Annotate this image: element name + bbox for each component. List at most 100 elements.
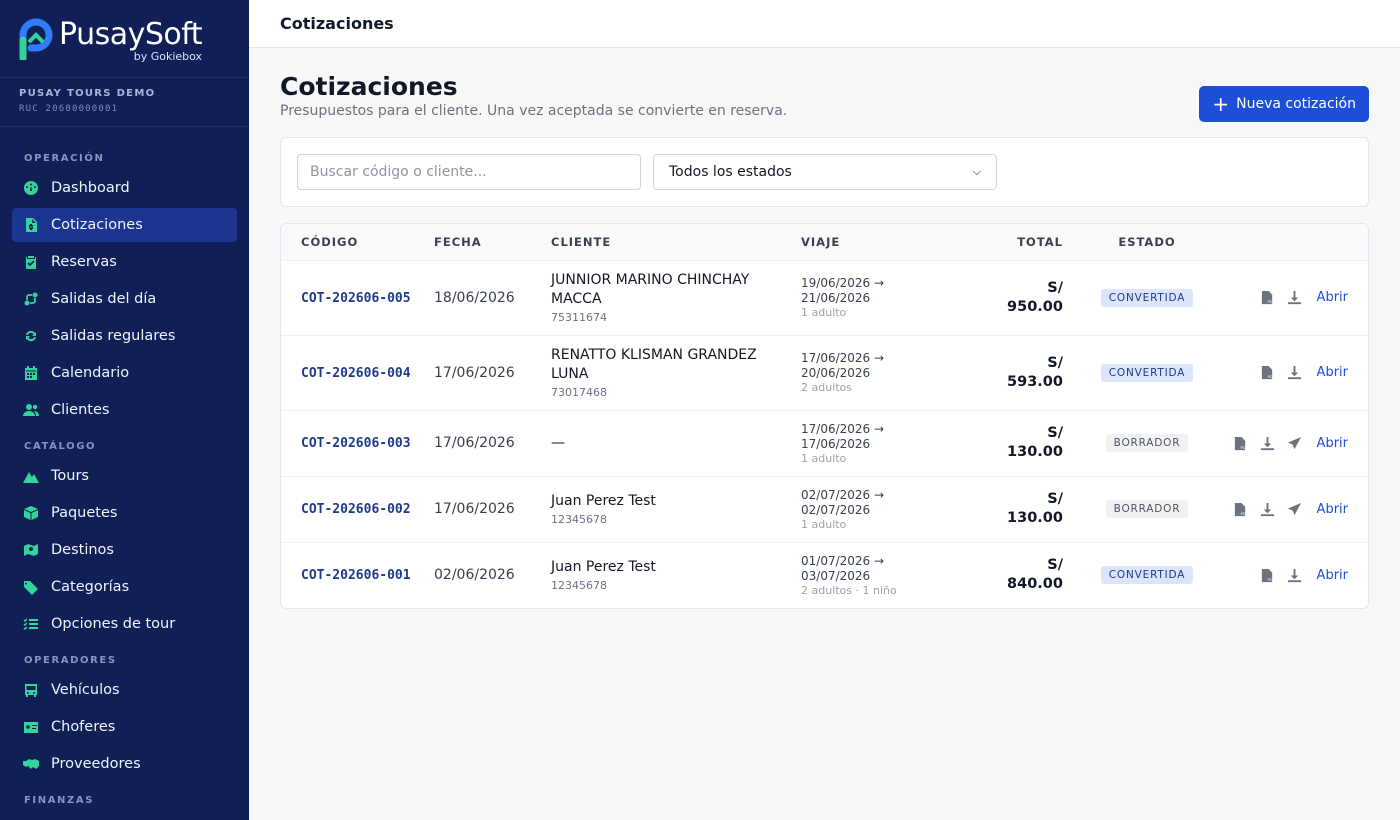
download-icon[interactable]	[1287, 365, 1302, 380]
pdf-icon[interactable]: PDF	[1260, 365, 1275, 380]
status-badge: BORRADOR	[1105, 500, 1189, 518]
trip-from: 19/06/2026 →	[801, 276, 885, 290]
sidebar-item-calendario[interactable]: Calendario	[12, 356, 237, 390]
table-row[interactable]: COT-202606-002 17/06/2026 Juan Perez Test 1…	[281, 475, 1368, 542]
trip-pax: 1 adulto	[801, 451, 847, 465]
brand-name: PusaySoft	[59, 17, 203, 52]
download-icon[interactable]	[1260, 436, 1275, 451]
search-input[interactable]	[297, 154, 641, 190]
pdf-icon[interactable]: PDF	[1260, 290, 1275, 305]
quote-amount: 130.00	[1007, 510, 1063, 526]
table-row[interactable]: COT-202606-005 18/06/2026 JUNNIOR MARINO C…	[281, 259, 1368, 335]
sidebar-item-opciones-de-tour[interactable]: Opciones de tour	[12, 607, 237, 641]
quote-code[interactable]: COT-202606-002	[301, 502, 411, 517]
quote-date: 18/06/2026	[434, 289, 515, 306]
client-name: —	[551, 434, 565, 451]
sidebar-item-reservas[interactable]: Reservas	[12, 245, 237, 279]
page-title: Cotizaciones	[280, 72, 458, 101]
sidebar-item-label: Opciones de tour	[51, 616, 176, 632]
header-trip[interactable]: VIAJE	[801, 224, 941, 260]
new-quote-label: Nueva cotización	[1236, 96, 1356, 112]
section-label: FINANZAS	[24, 795, 95, 806]
row-actions: PDF Abrir	[1231, 436, 1368, 451]
quotes-table: CÓDIGO FECHA CLIENTE VIAJE TOTAL ESTADO …	[281, 224, 1368, 608]
header-state[interactable]: ESTADO	[1063, 224, 1231, 260]
sidebar-item-tours[interactable]: Tours	[12, 459, 237, 493]
status-select[interactable]: Todos los estados ⌵	[653, 154, 997, 190]
sidebar-item-clientes[interactable]: Clientes	[12, 393, 237, 427]
box-icon	[23, 505, 39, 521]
svg-text:PDF: PDF	[1267, 578, 1274, 582]
topbar-title: Cotizaciones	[280, 14, 394, 33]
brand-logo-icon	[19, 18, 53, 60]
trip-to: 02/07/2026	[801, 502, 871, 517]
bus-icon	[23, 682, 39, 698]
header-client[interactable]: CLIENTE	[551, 224, 801, 260]
trip-from: 02/07/2026 →	[801, 487, 885, 502]
status-badge: CONVERTIDA	[1100, 566, 1194, 585]
download-icon[interactable]	[1260, 502, 1275, 517]
status-badge: CONVERTIDA	[1100, 363, 1194, 382]
pdf-icon[interactable]: PDF	[1260, 568, 1275, 583]
svg-text:PDF: PDF	[1267, 300, 1274, 304]
sidebar-item-label: Cotizaciones	[51, 217, 143, 233]
client-name: Juan Perez Test	[551, 493, 656, 509]
sidebar-item-label: Salidas regulares	[51, 328, 176, 344]
download-icon[interactable]	[1287, 568, 1302, 583]
open-link[interactable]: Abrir	[1317, 436, 1348, 451]
sidebar-item-proveedores[interactable]: Proveedores	[12, 747, 237, 781]
sidebar-item-salidas-regulares[interactable]: Salidas regulares	[12, 319, 237, 353]
open-link[interactable]: Abrir	[1317, 568, 1348, 583]
sidebar-item-categorías[interactable]: Categorías	[12, 570, 237, 604]
download-icon[interactable]	[1287, 290, 1302, 305]
sidebar-item-cotizaciones[interactable]: Cotizaciones	[12, 208, 237, 242]
quote-code[interactable]: COT-202606-003	[301, 436, 411, 451]
topbar: Cotizaciones	[249, 0, 1400, 48]
pdf-icon[interactable]: PDF	[1233, 436, 1248, 451]
sidebar-item-paquetes[interactable]: Paquetes	[12, 496, 237, 530]
send-icon[interactable]	[1287, 436, 1302, 451]
open-link[interactable]: Abrir	[1317, 365, 1348, 380]
trip-to: 03/07/2026	[801, 568, 871, 583]
quote-code[interactable]: COT-202606-001	[301, 568, 411, 583]
section-label: OPERADORES	[24, 655, 117, 666]
brand[interactable]: PusaySoft by Gokiebox	[0, 0, 249, 78]
trip-to: 21/06/2026	[801, 291, 871, 305]
header-date[interactable]: FECHA	[434, 224, 551, 260]
send-icon[interactable]	[1287, 502, 1302, 517]
new-quote-button[interactable]: + Nueva cotización	[1199, 86, 1369, 122]
table-row[interactable]: COT-202606-001 02/06/2026 Juan Perez Test 1…	[281, 541, 1368, 608]
quote-date: 17/06/2026	[434, 435, 515, 451]
sidebar-item-vehículos[interactable]: Vehículos	[12, 673, 237, 707]
file-dollar-icon	[23, 217, 39, 233]
trip-pax: 2 adultos · 1 niño	[801, 583, 897, 597]
page-subtitle: Presupuestos para el cliente. Una vez ac…	[280, 103, 788, 119]
quote-amount: 950.00	[1007, 298, 1063, 315]
table-row[interactable]: COT-202606-003 17/06/2026—17/06/2026 → 17/…	[281, 409, 1368, 476]
quote-date: 02/06/2026	[434, 567, 515, 584]
filter-card: Todos los estados ⌵	[280, 137, 1369, 207]
pdf-icon[interactable]: PDF	[1233, 502, 1248, 517]
quote-code[interactable]: COT-202606-005	[301, 291, 411, 306]
sidebar-item-destinos[interactable]: Destinos	[12, 533, 237, 567]
header-total[interactable]: TOTAL	[941, 224, 1063, 260]
sidebar-item-dashboard[interactable]: Dashboard	[12, 171, 237, 205]
sidebar-item-label: Calendario	[51, 365, 130, 381]
sidebar-item-choferes[interactable]: Choferes	[12, 710, 237, 744]
company-ruc: RUC 20600000001	[19, 104, 119, 114]
open-link[interactable]: Abrir	[1317, 290, 1348, 305]
sidebar-item-salidas-del-día[interactable]: Salidas del día	[12, 282, 237, 316]
open-link[interactable]: Abrir	[1317, 502, 1348, 517]
mountain-icon	[23, 468, 39, 484]
trip-to: 17/06/2026	[801, 436, 871, 451]
status-badge: CONVERTIDA	[1100, 288, 1194, 307]
gauge-icon	[23, 180, 39, 196]
table-row[interactable]: COT-202606-004 17/06/2026 RENATTO KLISMAN …	[281, 334, 1368, 410]
client-name: RENATTO KLISMAN GRANDEZ LUNA	[551, 347, 757, 382]
map-pin-icon	[23, 542, 39, 558]
quote-code[interactable]: COT-202606-004	[301, 366, 411, 381]
header-code[interactable]: CÓDIGO	[281, 224, 434, 260]
client-doc: 73017468	[551, 386, 607, 399]
quote-currency: S/	[1047, 491, 1063, 507]
users-icon	[23, 402, 39, 418]
